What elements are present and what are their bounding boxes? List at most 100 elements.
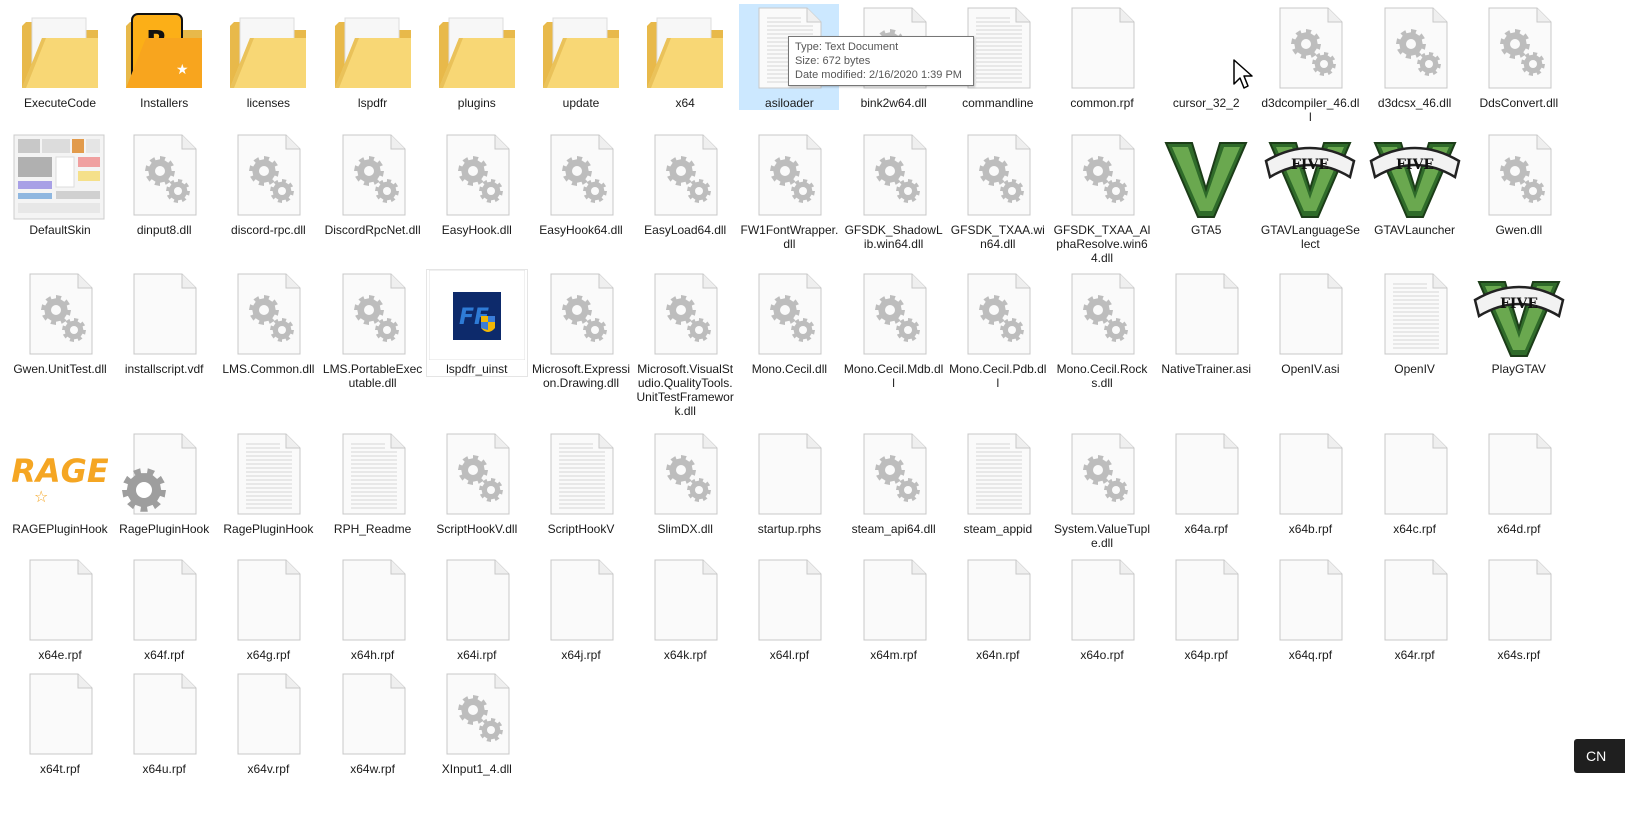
- file-name-label: XInput1_4.dll: [441, 762, 512, 776]
- file-item[interactable]: x64n.rpf: [948, 556, 1048, 662]
- file-name-label: RPH_Readme: [333, 522, 412, 536]
- file-item[interactable]: LMS.Common.dll: [218, 270, 318, 376]
- file-item[interactable]: x64p.rpf: [1156, 556, 1256, 662]
- file-item[interactable]: x64g.rpf: [218, 556, 318, 662]
- file-name-label: GFSDK_ShadowLib.win64.dll: [844, 223, 943, 251]
- file-item[interactable]: GFSDK_TXAA_AlphaResolve.win64.dll: [1052, 131, 1152, 265]
- file-item[interactable]: FW1FontWrapper.dll: [739, 131, 839, 251]
- input-language-indicator[interactable]: CN: [1574, 739, 1625, 773]
- file-item[interactable]: Gwen.UnitTest.dll: [10, 270, 110, 376]
- file-item[interactable]: GTA5: [1156, 131, 1256, 237]
- dll-icon: [1262, 4, 1358, 94]
- file-name-label: RagePluginHook: [223, 522, 314, 536]
- file-item[interactable]: x64j.rpf: [531, 556, 631, 662]
- file-item[interactable]: Mono.Cecil.Pdb.dll: [948, 270, 1048, 390]
- file-item[interactable]: Microsoft.VisualStudio.QualityTools.Unit…: [635, 270, 735, 418]
- file-item[interactable]: x64o.rpf: [1052, 556, 1152, 662]
- file-item[interactable]: Mono.Cecil.Rocks.dll: [1052, 270, 1152, 390]
- file-item[interactable]: x64h.rpf: [323, 556, 423, 662]
- file-item[interactable]: FIVE GTAVLanguageSelect: [1260, 131, 1360, 251]
- file-item[interactable]: ExecuteCode: [10, 4, 110, 110]
- file-item[interactable]: x64q.rpf: [1260, 556, 1360, 662]
- file-item[interactable]: x64l.rpf: [739, 556, 839, 662]
- file-item[interactable]: x64v.rpf: [218, 670, 318, 776]
- file-item[interactable]: FIVE PlayGTAV: [1469, 270, 1569, 376]
- file-name-label: NativeTrainer.asi: [1161, 362, 1251, 376]
- file-item[interactable]: x64r.rpf: [1365, 556, 1465, 662]
- file-item[interactable]: System.ValueTuple.dll: [1052, 430, 1152, 550]
- text-file-icon: [1367, 270, 1463, 360]
- file-item[interactable]: GFSDK_TXAA.win64.dll: [948, 131, 1048, 251]
- file-item[interactable]: plugins: [427, 4, 527, 110]
- file-item[interactable]: x64d.rpf: [1469, 430, 1569, 536]
- file-item[interactable]: update: [531, 4, 631, 110]
- dll-icon: [220, 131, 316, 221]
- file-item[interactable]: Mono.Cecil.Mdb.dll: [844, 270, 944, 390]
- file-item[interactable]: RagePluginHook: [218, 430, 318, 536]
- file-item[interactable]: x64k.rpf: [635, 556, 735, 662]
- dll-icon: [741, 270, 837, 360]
- file-item[interactable]: d3dcsx_46.dll: [1365, 4, 1465, 110]
- file-name-label: x64f.rpf: [144, 648, 185, 662]
- file-item[interactable]: x64e.rpf: [10, 556, 110, 662]
- folder-icon: [325, 4, 421, 94]
- file-item[interactable]: XInput1_4.dll: [427, 670, 527, 776]
- file-item[interactable]: x64m.rpf: [844, 556, 944, 662]
- file-item[interactable]: x64i.rpf: [427, 556, 527, 662]
- file-item[interactable]: installscript.vdf: [114, 270, 214, 376]
- file-item[interactable]: R ★ ★ Installers: [114, 4, 214, 110]
- file-name-label: x64o.rpf: [1080, 648, 1124, 662]
- file-item[interactable]: RagePluginHook: [114, 430, 214, 536]
- file-item[interactable]: x64s.rpf: [1469, 556, 1569, 662]
- dll-icon: [1054, 270, 1150, 360]
- file-item[interactable]: licenses: [218, 4, 318, 110]
- dll-icon: [1471, 131, 1567, 221]
- file-item[interactable]: OpenIV: [1365, 270, 1465, 376]
- file-item[interactable]: EasyHook.dll: [427, 131, 527, 237]
- file-item[interactable]: RPH_Readme: [323, 430, 423, 536]
- file-item[interactable]: x64: [635, 4, 735, 110]
- file-item[interactable]: x64f.rpf: [114, 556, 214, 662]
- file-item[interactable]: OpenIV.asi: [1260, 270, 1360, 376]
- file-name-label: OpenIV: [1394, 362, 1435, 376]
- file-item[interactable]: x64b.rpf: [1260, 430, 1360, 536]
- file-item[interactable]: lspdfr: [323, 4, 423, 110]
- file-name-label: ScriptHookV.dll: [436, 522, 518, 536]
- file-name-label: DefaultSkin: [29, 223, 91, 237]
- file-item[interactable]: FIVE GTAVLauncher: [1365, 131, 1465, 237]
- file-item[interactable]: steam_api64.dll: [844, 430, 944, 536]
- file-item[interactable]: x64w.rpf: [323, 670, 423, 776]
- file-item[interactable]: RAGE ☆ RAGEPluginHook: [10, 430, 110, 536]
- file-name-label: common.rpf: [1070, 96, 1134, 110]
- file-item[interactable]: SlimDX.dll: [635, 430, 735, 536]
- dll-icon: [220, 270, 316, 360]
- file-item[interactable]: x64u.rpf: [114, 670, 214, 776]
- file-item[interactable]: DdsConvert.dll: [1469, 4, 1569, 110]
- file-item[interactable]: Gwen.dll: [1469, 131, 1569, 237]
- file-item[interactable]: steam_appid: [948, 430, 1048, 536]
- file-item[interactable]: ScriptHookV: [531, 430, 631, 536]
- file-item[interactable]: x64a.rpf: [1156, 430, 1256, 536]
- file-item[interactable]: DiscordRpcNet.dll: [323, 131, 423, 237]
- file-item[interactable]: d3dcompiler_46.dll: [1260, 4, 1360, 124]
- file-item[interactable]: ScriptHookV.dll: [427, 430, 527, 536]
- file-item[interactable]: Mono.Cecil.dll: [739, 270, 839, 376]
- file-item[interactable]: LMS.PortableExecutable.dll: [323, 270, 423, 390]
- file-item[interactable]: discord-rpc.dll: [218, 131, 318, 237]
- file-item[interactable]: GFSDK_ShadowLib.win64.dll: [844, 131, 944, 251]
- file-item[interactable]: x64c.rpf: [1365, 430, 1465, 536]
- text-file-icon: [220, 430, 316, 520]
- file-item[interactable]: dinput8.dll: [114, 131, 214, 237]
- file-item[interactable]: EasyLoad64.dll: [635, 131, 735, 237]
- file-item[interactable]: common.rpf: [1052, 4, 1152, 110]
- file-item[interactable]: NativeTrainer.asi: [1156, 270, 1256, 376]
- file-item[interactable]: startup.rphs: [739, 430, 839, 536]
- file-item[interactable]: x64t.rpf: [10, 670, 110, 776]
- tooltip-date: Date modified: 2/16/2020 1:39 PM: [795, 69, 962, 81]
- dll-icon: [950, 131, 1046, 221]
- file-item[interactable]: Microsoft.Expression.Drawing.dll: [531, 270, 631, 390]
- file-item[interactable]: EasyHook64.dll: [531, 131, 631, 237]
- dll-icon: [846, 430, 942, 520]
- file-item[interactable]: DefaultSkin: [10, 131, 110, 237]
- file-item[interactable]: FF lspdfr_uinst: [425, 269, 528, 377]
